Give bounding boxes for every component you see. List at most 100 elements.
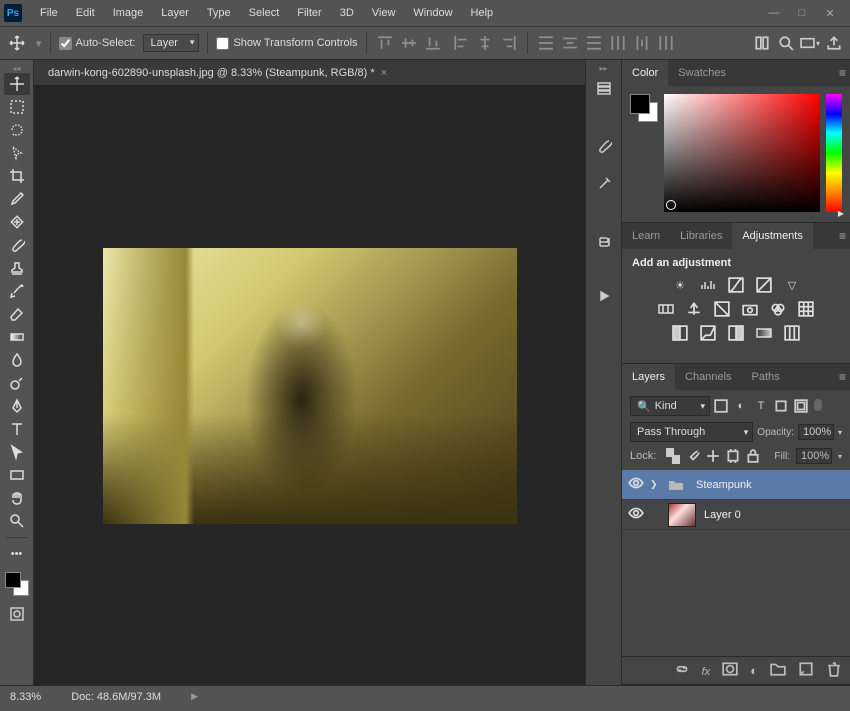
layer-effects-icon[interactable]: fx <box>702 663 711 678</box>
menu-view[interactable]: View <box>364 3 404 23</box>
quick-mask-icon[interactable] <box>4 605 30 623</box>
layer-row-group[interactable]: ❯ Steampunk <box>622 470 850 500</box>
menu-type[interactable]: Type <box>199 3 239 23</box>
filter-toggle-icon[interactable] <box>814 399 822 411</box>
filter-adjust-icon[interactable]: ◐ <box>734 399 748 413</box>
workspace-icon[interactable]: ▾ <box>800 34 820 52</box>
type-tool[interactable] <box>4 418 30 440</box>
share-icon[interactable] <box>824 34 844 52</box>
pen-tool[interactable] <box>4 395 30 417</box>
align-hcenter-icon[interactable] <box>475 34 495 52</box>
link-layers-icon[interactable] <box>674 661 690 680</box>
align-top-icon[interactable] <box>375 34 395 52</box>
distribute-bottom-icon[interactable] <box>584 34 604 52</box>
history-panel-icon[interactable] <box>590 74 618 102</box>
brush-settings-icon[interactable] <box>590 170 618 198</box>
menu-select[interactable]: Select <box>241 3 288 23</box>
zoom-tool[interactable] <box>4 510 30 532</box>
layer-row[interactable]: Layer 0 <box>622 500 850 530</box>
color-balance-icon[interactable] <box>685 301 703 317</box>
filter-type-icon[interactable]: T <box>754 399 768 413</box>
distribute-left-icon[interactable] <box>608 34 628 52</box>
curves-icon[interactable] <box>727 277 745 293</box>
menu-help[interactable]: Help <box>463 3 502 23</box>
posterize-icon[interactable] <box>699 325 717 341</box>
show-transform-checkbox[interactable]: Show Transform Controls <box>216 37 357 50</box>
invert-icon[interactable] <box>671 325 689 341</box>
toolbox-handle[interactable]: ◂◂ <box>2 64 32 72</box>
color-lookup-icon[interactable] <box>797 301 815 317</box>
menu-filter[interactable]: Filter <box>289 3 329 23</box>
filter-shape-icon[interactable] <box>774 399 788 413</box>
move-tool[interactable] <box>4 73 30 95</box>
search-icon[interactable] <box>776 34 796 52</box>
document-image[interactable] <box>103 248 517 524</box>
maximize-icon[interactable]: □ <box>794 5 810 21</box>
close-icon[interactable]: ✕ <box>822 5 838 21</box>
dodge-tool[interactable] <box>4 372 30 394</box>
new-adjustment-icon[interactable]: ◐ <box>750 663 758 678</box>
tab-paths[interactable]: Paths <box>742 364 790 390</box>
menu-window[interactable]: Window <box>405 3 460 23</box>
eraser-tool[interactable] <box>4 303 30 325</box>
align-vcenter-icon[interactable] <box>399 34 419 52</box>
lock-position-icon[interactable] <box>706 449 720 463</box>
zoom-level[interactable]: 8.33% <box>10 691 41 703</box>
distribute-top-icon[interactable] <box>536 34 556 52</box>
lasso-tool[interactable] <box>4 119 30 141</box>
new-layer-icon[interactable] <box>798 661 814 680</box>
hue-slider[interactable] <box>826 94 842 212</box>
blur-tool[interactable] <box>4 349 30 371</box>
lock-all-icon[interactable] <box>746 449 760 463</box>
threshold-icon[interactable] <box>727 325 745 341</box>
brightness-contrast-icon[interactable]: ☀ <box>671 277 689 293</box>
black-white-icon[interactable] <box>713 301 731 317</box>
exposure-icon[interactable] <box>755 277 773 293</box>
healing-tool[interactable] <box>4 211 30 233</box>
layer-thumbnail[interactable] <box>668 503 696 527</box>
canvas-viewport[interactable] <box>34 86 585 685</box>
visibility-toggle-icon[interactable] <box>628 475 642 494</box>
photo-filter-icon[interactable] <box>741 301 759 317</box>
levels-icon[interactable] <box>699 277 717 293</box>
menu-layer[interactable]: Layer <box>153 3 197 23</box>
tab-color[interactable]: Color <box>622 60 668 86</box>
gradient-tool[interactable] <box>4 326 30 348</box>
marquee-tool[interactable] <box>4 96 30 118</box>
lock-artboard-icon[interactable] <box>726 449 740 463</box>
add-mask-icon[interactable] <box>722 661 738 680</box>
hand-tool[interactable] <box>4 487 30 509</box>
rectangle-tool[interactable] <box>4 464 30 486</box>
channel-mixer-icon[interactable] <box>769 301 787 317</box>
color-swatch[interactable] <box>5 572 29 596</box>
dock-handle[interactable]: ▸▸ <box>589 64 619 72</box>
hue-sat-icon[interactable] <box>657 301 675 317</box>
edit-toolbar[interactable]: ••• <box>4 543 30 565</box>
align-right-icon[interactable] <box>499 34 519 52</box>
filter-kind-dropdown[interactable]: 🔍Kind <box>630 396 710 416</box>
tab-libraries[interactable]: Libraries <box>670 223 732 249</box>
delete-layer-icon[interactable] <box>826 661 842 680</box>
doc-size[interactable]: Doc: 48.6M/97.3M <box>71 691 161 703</box>
brush-panel-icon[interactable] <box>590 132 618 160</box>
character-panel-icon[interactable] <box>590 228 618 256</box>
document-tab[interactable]: darwin-kong-602890-unsplash.jpg @ 8.33% … <box>40 63 395 83</box>
foreground-color[interactable] <box>5 572 21 588</box>
align-left-icon[interactable] <box>451 34 471 52</box>
align-bottom-icon[interactable] <box>423 34 443 52</box>
distribute-hcenter-icon[interactable] <box>632 34 652 52</box>
actions-panel-icon[interactable] <box>590 282 618 310</box>
tab-adjustments[interactable]: Adjustments <box>732 223 813 249</box>
layer-name[interactable]: Layer 0 <box>704 509 741 521</box>
distribute-right-icon[interactable] <box>656 34 676 52</box>
new-group-icon[interactable] <box>770 661 786 680</box>
fill-input[interactable]: 100% <box>796 448 832 464</box>
minimize-icon[interactable]: — <box>766 5 782 21</box>
brush-tool[interactable] <box>4 234 30 256</box>
blend-mode-dropdown[interactable]: Pass Through <box>630 422 753 442</box>
tab-swatches[interactable]: Swatches <box>668 60 736 86</box>
path-select-tool[interactable] <box>4 441 30 463</box>
auto-select-checkbox[interactable]: Auto-Select: <box>59 37 136 50</box>
expand-group-icon[interactable]: ❯ <box>650 479 660 490</box>
tab-learn[interactable]: Learn <box>622 223 670 249</box>
